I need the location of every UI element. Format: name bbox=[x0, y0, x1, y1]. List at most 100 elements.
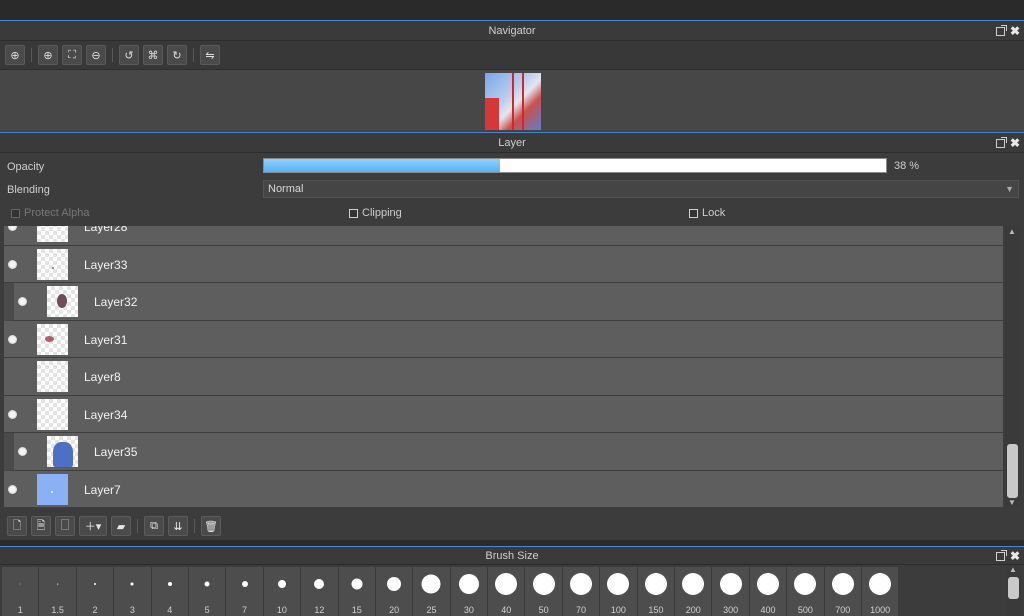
scroll-down-icon[interactable]: ▼ bbox=[1008, 498, 1016, 507]
brush-dot-icon bbox=[167, 582, 172, 586]
layer-row[interactable]: Layer32 bbox=[4, 283, 1003, 321]
brush-size-label: 4 bbox=[167, 605, 173, 615]
eye-icon[interactable] bbox=[8, 409, 17, 419]
brush-size-cell[interactable]: 15 bbox=[338, 567, 376, 616]
new-halftone-layer-icon[interactable]: 🗎 bbox=[31, 516, 51, 536]
new-folder-icon[interactable]: ▰ bbox=[111, 516, 131, 536]
eye-icon[interactable] bbox=[8, 334, 17, 344]
brush-dot-icon bbox=[644, 573, 667, 595]
rotate-left-icon[interactable]: ↺ bbox=[119, 45, 139, 65]
layer-row[interactable]: Layer8 bbox=[4, 358, 1003, 396]
brush-size-cell[interactable]: 500 bbox=[787, 567, 825, 616]
brush-size-cell[interactable]: 1.5 bbox=[39, 567, 77, 616]
brush-scrollbar[interactable]: ▲ bbox=[1006, 565, 1021, 616]
layer-thumbnail bbox=[47, 436, 78, 467]
layer-scrollbar[interactable]: ▲ ▼ bbox=[1005, 226, 1020, 508]
brush-size-cell[interactable]: 4 bbox=[151, 567, 189, 616]
opacity-slider[interactable] bbox=[263, 158, 887, 173]
brush-size-label: 40 bbox=[501, 605, 512, 615]
popout-icon[interactable] bbox=[995, 549, 1007, 561]
brush-size-cell[interactable]: 5 bbox=[188, 567, 227, 616]
brush-size-cell[interactable]: 25 bbox=[413, 567, 451, 616]
zoom-out-icon[interactable]: ⊖ bbox=[86, 45, 106, 65]
close-icon[interactable]: ✖ bbox=[1010, 137, 1020, 149]
brush-size-cell[interactable]: 1 bbox=[2, 567, 40, 616]
brush-size-cell[interactable]: 50 bbox=[525, 567, 563, 616]
popout-icon[interactable] bbox=[995, 136, 1007, 148]
chevron-down-icon: ▼ bbox=[1005, 184, 1014, 194]
brush-size-strip: 1 1.5 2 3 4 5 7 10 12 15 20 25 30 40 50 70 100 150 200 300 4… bbox=[2, 567, 900, 616]
toolbar-separator bbox=[193, 48, 194, 62]
eye-icon[interactable] bbox=[8, 259, 17, 269]
brush-dot-icon bbox=[682, 573, 705, 595]
brush-size-cell[interactable]: 30 bbox=[450, 567, 489, 616]
new-1bit-layer-icon[interactable]: 🗌 bbox=[55, 516, 75, 536]
clipping-checkbox[interactable]: Clipping bbox=[349, 207, 402, 219]
brush-size-cell[interactable]: 40 bbox=[488, 567, 526, 616]
flip-horizontal-icon[interactable]: ⇋ bbox=[200, 45, 220, 65]
zoom-in-icon[interactable]: ⊕ bbox=[38, 45, 58, 65]
scrollbar-thumb[interactable] bbox=[1008, 577, 1019, 599]
toolbar-separator bbox=[194, 519, 195, 533]
brush-dot-icon bbox=[570, 573, 593, 595]
delete-layer-icon[interactable]: 🗑 bbox=[201, 516, 221, 536]
merge-down-icon[interactable]: ⇊ bbox=[168, 516, 188, 536]
lock-checkbox[interactable]: Lock bbox=[689, 207, 725, 219]
brush-size-cell[interactable]: 10 bbox=[263, 567, 302, 616]
toolbar-separator bbox=[112, 48, 113, 62]
layer-row[interactable]: Layer7 bbox=[4, 470, 1003, 508]
scrollbar-thumb[interactable] bbox=[1007, 444, 1018, 498]
duplicate-layer-icon[interactable]: ⧉ bbox=[144, 516, 164, 536]
protect-alpha-checkbox[interactable]: Protect Alpha bbox=[11, 207, 89, 219]
brush-size-label: 500 bbox=[797, 605, 813, 615]
layer-name: Layer8 bbox=[84, 370, 121, 384]
brush-size-cell[interactable]: 100 bbox=[600, 567, 638, 616]
add-layer-menu-icon[interactable]: ＋▾ bbox=[79, 516, 107, 536]
eye-icon[interactable] bbox=[8, 484, 17, 494]
brush-size-cell[interactable]: 150 bbox=[637, 567, 676, 616]
layer-row[interactable]: Layer35 bbox=[4, 433, 1003, 471]
brush-size-cell[interactable]: 20 bbox=[375, 567, 414, 616]
brush-size-label: 1000 bbox=[870, 605, 891, 615]
zoom-actual-icon[interactable]: ⊕ bbox=[5, 45, 25, 65]
brush-dot-icon bbox=[607, 573, 630, 595]
brush-size-cell[interactable]: 70 bbox=[562, 567, 601, 616]
layer-row[interactable]: Layer33 bbox=[4, 245, 1003, 283]
layer-thumbnail bbox=[37, 248, 68, 280]
eye-icon[interactable] bbox=[8, 226, 17, 231]
new-layer-icon[interactable]: 🗋 bbox=[7, 516, 27, 536]
layer-row[interactable]: Layer28 bbox=[4, 226, 1003, 246]
reset-view-icon[interactable]: ⌘ bbox=[143, 45, 163, 65]
brush-size-cell[interactable]: 200 bbox=[675, 567, 713, 616]
layer-row[interactable]: Layer34 bbox=[4, 395, 1003, 433]
brush-size-cell[interactable]: 300 bbox=[712, 567, 750, 616]
brush-size-cell[interactable]: 400 bbox=[749, 567, 788, 616]
brush-size-cell[interactable]: 1000 bbox=[861, 567, 900, 616]
popout-icon[interactable] bbox=[995, 24, 1007, 36]
layer-row[interactable]: Layer31 bbox=[4, 320, 1003, 358]
eye-icon[interactable] bbox=[18, 447, 27, 456]
rotate-right-icon[interactable]: ↻ bbox=[167, 45, 187, 65]
brush-size-cell[interactable]: 12 bbox=[301, 567, 339, 616]
scroll-up-icon[interactable]: ▲ bbox=[1008, 227, 1016, 236]
brush-size-label: 700 bbox=[835, 605, 851, 615]
layer-title-bar: Layer ✖ bbox=[0, 133, 1024, 153]
brush-size-label: 2 bbox=[92, 605, 98, 615]
fit-window-icon[interactable]: ⛶ bbox=[62, 45, 82, 65]
brush-size-cell[interactable]: 700 bbox=[824, 567, 862, 616]
scroll-up-icon[interactable]: ▲ bbox=[1009, 565, 1017, 574]
navigator-view[interactable] bbox=[0, 69, 1024, 131]
lock-label: Lock bbox=[702, 207, 726, 219]
brush-title: Brush Size bbox=[485, 550, 539, 562]
canvas-thumbnail[interactable] bbox=[485, 73, 541, 130]
brush-size-cell[interactable]: 2 bbox=[76, 567, 115, 616]
layer-name: Layer32 bbox=[94, 295, 138, 309]
brush-size-cell[interactable]: 7 bbox=[226, 567, 264, 616]
close-icon[interactable]: ✖ bbox=[1010, 25, 1020, 37]
blending-select[interactable]: Normal ▼ bbox=[263, 180, 1019, 198]
close-icon[interactable]: ✖ bbox=[1010, 550, 1020, 562]
eye-icon[interactable] bbox=[18, 297, 27, 306]
brush-dot-icon bbox=[351, 578, 363, 590]
brush-size-label: 1 bbox=[17, 605, 23, 615]
brush-size-cell[interactable]: 3 bbox=[114, 567, 152, 616]
